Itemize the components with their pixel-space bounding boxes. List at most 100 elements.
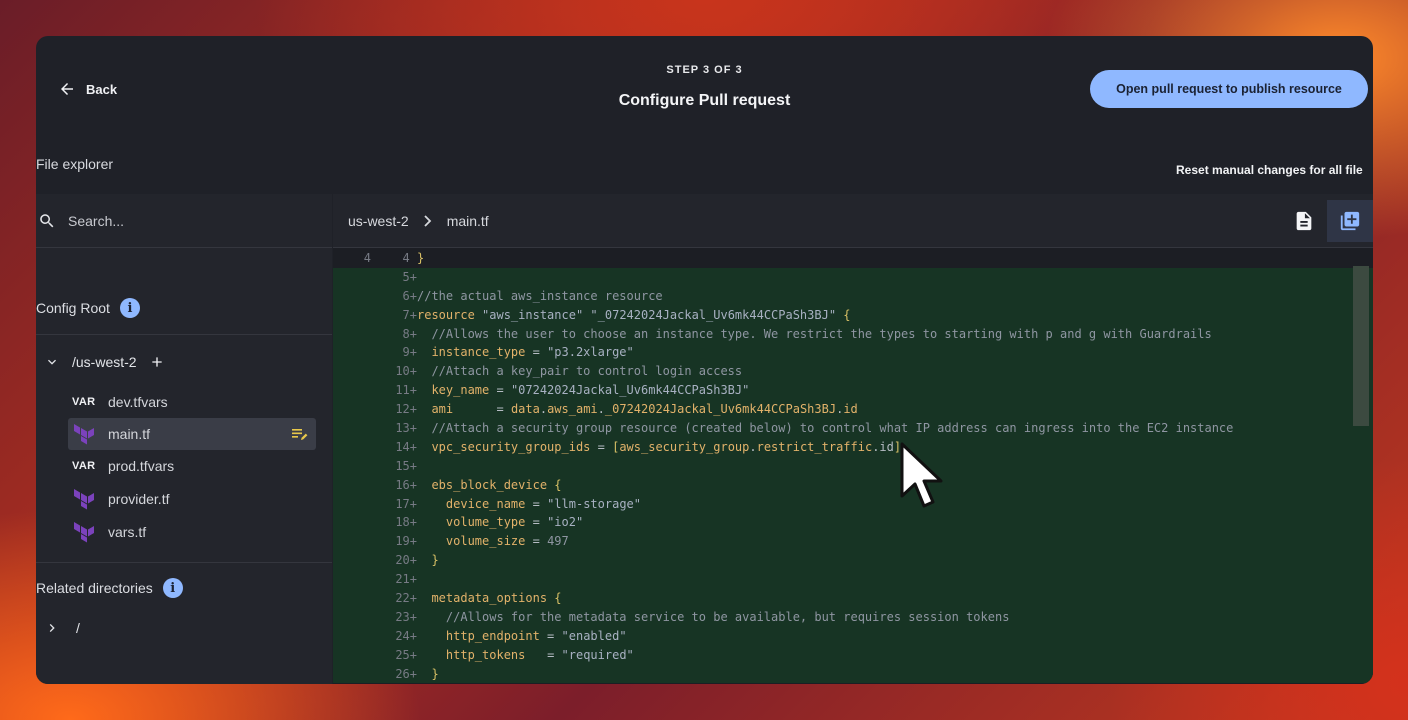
file-explorer-heading: File explorer bbox=[36, 156, 114, 172]
code-line: 5+ bbox=[333, 267, 1373, 287]
code-text: ebs_block_device { bbox=[431, 477, 562, 492]
old-line-number: 4 bbox=[363, 251, 371, 265]
open-pull-request-button[interactable]: Open pull request to publish resource bbox=[1090, 70, 1368, 108]
code-line: 19+ volume_size = 497 bbox=[333, 532, 1373, 552]
file-item-vars-tf[interactable]: vars.tf bbox=[68, 516, 316, 548]
new-line-number: 9+ bbox=[402, 345, 417, 360]
new-line-number: 13+ bbox=[395, 421, 417, 436]
info-icon[interactable]: i bbox=[162, 578, 183, 598]
code-text: device_name = "llm-storage" bbox=[445, 496, 641, 511]
code-diff-area[interactable]: 44 } 5+ 6+//the actual aws_instance resour… bbox=[333, 249, 1373, 684]
new-line-number: 16+ bbox=[395, 477, 417, 492]
chevron-down-icon[interactable] bbox=[44, 354, 60, 370]
new-line-number: 12+ bbox=[395, 402, 417, 417]
code-line: 4 4 } bbox=[333, 249, 1373, 268]
search-input[interactable] bbox=[68, 212, 288, 229]
file-search bbox=[36, 194, 332, 248]
info-icon[interactable]: i bbox=[119, 298, 140, 318]
config-root-header: Config Root i bbox=[36, 298, 140, 318]
file-name: dev.tfvars bbox=[108, 394, 168, 410]
code-text: //Allows the user to choose an instance … bbox=[431, 326, 1212, 341]
new-line-number: 26+ bbox=[395, 666, 417, 681]
new-line-number: 14+ bbox=[395, 439, 417, 454]
file-name: main.tf bbox=[108, 426, 151, 442]
var-badge: VAR bbox=[72, 396, 96, 408]
file-name: provider.tf bbox=[108, 491, 170, 507]
chevron-right-icon[interactable] bbox=[44, 620, 60, 636]
top-bar: Back STEP 3 OF 3 Configure Pull request … bbox=[36, 36, 1373, 146]
new-line-number: 15+ bbox=[395, 458, 417, 473]
code-text: } bbox=[417, 251, 425, 265]
code-text: ami = data.aws_ami._07242024Jackal_Uv6mk… bbox=[431, 402, 858, 417]
new-line-number: 6+ bbox=[402, 288, 417, 303]
code-text: } bbox=[431, 666, 439, 681]
terraform-icon bbox=[74, 522, 94, 543]
code-line: 24+ http_endpoint = "enabled" bbox=[333, 626, 1373, 646]
code-line: 17+ device_name = "llm-storage" bbox=[333, 494, 1373, 514]
code-text: resource "aws_instance" "_07242024Jackal… bbox=[417, 307, 851, 322]
new-line-number: 25+ bbox=[395, 647, 417, 662]
code-text: metadata_options { bbox=[431, 591, 562, 606]
code-line: 26+ } bbox=[333, 664, 1373, 684]
new-line-number: 8+ bbox=[402, 326, 417, 341]
document-icon bbox=[1296, 211, 1312, 231]
folder-label: /us-west-2 bbox=[72, 354, 137, 370]
code-line: 22+ metadata_options { bbox=[333, 589, 1373, 608]
code-text: key_name = "07242024Jackal_Uv6mk44CCPaSh… bbox=[431, 383, 750, 398]
code-line: 7+ resource "aws_instance" "_07242024Jack… bbox=[333, 305, 1373, 325]
related-root-folder[interactable]: / bbox=[44, 620, 80, 636]
file-item-provider-tf[interactable]: provider.tf bbox=[68, 483, 316, 515]
plus-icon[interactable] bbox=[149, 354, 165, 370]
code-line: 21+ bbox=[333, 570, 1373, 590]
new-line-number: 24+ bbox=[395, 628, 417, 643]
code-line: 18+ volume_type = "io2" bbox=[333, 513, 1373, 533]
diff-icon bbox=[1340, 211, 1360, 231]
vertical-scrollbar[interactable] bbox=[1353, 266, 1369, 426]
code-line: 20+ } bbox=[333, 551, 1373, 571]
new-line-number: 17+ bbox=[395, 496, 417, 511]
code-text: instance_type = "p3.2xlarge" bbox=[431, 345, 634, 360]
file-name: prod.tfvars bbox=[108, 458, 175, 474]
edit-note-icon[interactable] bbox=[292, 427, 308, 441]
terraform-icon bbox=[74, 424, 94, 445]
related-directories-label: Related directories bbox=[36, 580, 153, 596]
new-line-number: 5+ bbox=[402, 269, 417, 284]
diff-view-button[interactable] bbox=[1327, 200, 1373, 242]
config-root-label: Config Root bbox=[36, 300, 110, 316]
breadcrumb-folder[interactable]: us-west-2 bbox=[348, 213, 409, 229]
file-view-button[interactable] bbox=[1281, 200, 1327, 242]
divider bbox=[36, 334, 332, 335]
file-item-prod-tfvars[interactable]: VAR prod.tfvars bbox=[68, 450, 316, 482]
code-text: http_tokens = "required" bbox=[445, 647, 634, 662]
code-line: 15+ bbox=[333, 456, 1373, 476]
code-line: 8+ //Allows the user to choose an instan… bbox=[333, 324, 1373, 344]
code-line: 25+ http_tokens = "required" bbox=[333, 645, 1373, 665]
code-text: //Allows for the metadata service to be … bbox=[445, 609, 1010, 624]
file-name: vars.tf bbox=[108, 524, 147, 540]
code-text: } bbox=[431, 553, 439, 568]
code-editor: us-west-2 main.tf 44 } 5+ 6+//the actual a… bbox=[333, 194, 1373, 684]
chevron-right-icon bbox=[424, 214, 431, 227]
reset-manual-changes-link[interactable]: Reset manual changes for all file bbox=[1176, 163, 1363, 177]
code-line: 6+//the actual aws_instance resource bbox=[333, 286, 1373, 306]
code-text: vpc_security_group_ids = [aws_security_g… bbox=[431, 439, 902, 454]
code-text: volume_type = "io2" bbox=[445, 515, 584, 530]
new-line-number: 23+ bbox=[395, 609, 417, 624]
code-text: //Attach a key_pair to control login acc… bbox=[431, 364, 743, 379]
folder-us-west-2[interactable]: /us-west-2 bbox=[44, 354, 165, 370]
new-line-number: 21+ bbox=[395, 572, 417, 587]
code-text: http_endpoint = "enabled" bbox=[445, 628, 627, 643]
code-line: 12+ ami = data.aws_ami._07242024Jackal_U… bbox=[333, 400, 1373, 420]
breadcrumb-file: main.tf bbox=[446, 212, 489, 229]
new-line-number: 20+ bbox=[395, 553, 417, 568]
code-line: 16+ ebs_block_device { bbox=[333, 475, 1373, 495]
file-item-main-tf[interactable]: main.tf bbox=[68, 418, 316, 450]
var-badge: VAR bbox=[72, 460, 96, 472]
related-root-label: / bbox=[76, 620, 80, 636]
new-line-number: 4 bbox=[402, 251, 417, 265]
search-icon bbox=[40, 213, 54, 227]
file-item-dev-tfvars[interactable]: VAR dev.tfvars bbox=[68, 386, 316, 418]
new-line-number: 19+ bbox=[395, 534, 417, 549]
code-line: 23+ //Allows for the metadata service to… bbox=[333, 607, 1373, 627]
terraform-icon bbox=[74, 489, 94, 510]
